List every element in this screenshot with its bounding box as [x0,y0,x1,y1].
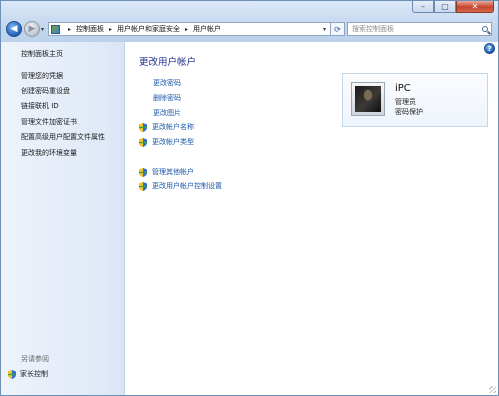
page-title: 更改用户帐户 [139,57,197,68]
sidebar-home-link[interactable]: 控制面板主页 [21,49,63,59]
link-label: 管理其他帐户 [152,168,194,176]
back-button[interactable]: ◀ [6,21,22,37]
refresh-button[interactable]: ⟳ [331,22,345,36]
manage-other-accounts-link[interactable]: 管理其他帐户 [139,167,194,177]
minimize-button[interactable]: – [412,1,434,13]
breadcrumb-user-accounts[interactable]: 用户帐户 [193,24,221,34]
sidebar-item-encryption-certs[interactable]: 管理文件加密证书 [21,117,77,127]
shield-icon [139,167,147,177]
shield-icon [8,369,16,379]
sidebar-item-environment-variables[interactable]: 更改我的环境变量 [21,148,77,158]
change-account-name-link[interactable]: 更改帐户名称 [139,122,194,132]
task-pane: 控制面板主页 管理您的凭据 创建密码重设盘 链接联机 ID 管理文件加密证书 配… [1,42,125,395]
sidebar-item-password-reset-disk[interactable]: 创建密码重设盘 [21,86,70,96]
shield-icon [139,137,147,147]
change-picture-link[interactable]: 更改图片 [153,108,181,118]
sidebar-item-manage-credentials[interactable]: 管理您的凭据 [21,71,63,81]
user-account-card: iPC 管理员 密码保护 [342,73,488,127]
sidebar-item-label: 家长控制 [20,370,48,378]
breadcrumb-separator-icon[interactable]: ▸ [185,26,188,33]
address-bar[interactable]: ▸ 控制面板 ▸ 用户帐户和家庭安全 ▸ 用户帐户 ▾ [48,22,331,36]
change-password-link[interactable]: 更改密码 [153,78,181,88]
breadcrumb-separator-icon[interactable]: ▸ [68,26,71,33]
control-panel-window: – □ ✕ ◀ ▶ ▾ ▸ 控制面板 ▸ 用户帐户和家庭安全 ▸ 用户帐户 ▾ … [0,0,499,396]
see-also-heading: 另请参阅 [21,355,49,363]
user-password-status: 密码保护 [395,108,423,116]
help-icon[interactable]: ? [484,43,495,54]
window-controls: – □ ✕ [412,1,494,13]
main-content: ? 更改用户帐户 更改密码 删除密码 更改图片 更改帐户名称 更改帐户类型 管理… [126,42,498,395]
close-button[interactable]: ✕ [456,1,494,13]
breadcrumb-separator-icon[interactable]: ▸ [109,26,112,33]
change-account-type-link[interactable]: 更改帐户类型 [139,137,194,147]
sidebar-item-profile-properties[interactable]: 配置高级用户配置文件属性 [21,132,105,142]
sidebar-item-link-online-id[interactable]: 链接联机 ID [21,101,59,111]
search-input[interactable]: 搜索控制面板 [347,22,492,36]
breadcrumb-user-accounts-family[interactable]: 用户帐户和家庭安全 [117,24,180,34]
recent-pages-dropdown[interactable]: ▾ [41,26,44,33]
resize-grip[interactable] [489,386,496,393]
user-name: iPC [395,83,411,94]
address-dropdown-icon[interactable]: ▾ [319,26,330,33]
uac-settings-link[interactable]: 更改用户帐户控制设置 [139,181,222,191]
search-icon[interactable] [482,26,488,32]
remove-password-link[interactable]: 删除密码 [153,93,181,103]
forward-button[interactable]: ▶ [24,21,40,37]
maximize-button[interactable]: □ [434,1,456,13]
control-panel-icon [51,24,60,34]
search-placeholder: 搜索控制面板 [352,25,394,33]
window-chrome: – □ ✕ ◀ ▶ ▾ ▸ 控制面板 ▸ 用户帐户和家庭安全 ▸ 用户帐户 ▾ … [1,1,498,42]
user-role: 管理员 [395,98,416,106]
breadcrumb-control-panel[interactable]: 控制面板 [76,24,104,34]
sidebar-item-parental-controls[interactable]: 家长控制 [8,369,48,379]
shield-icon [139,181,147,191]
link-label: 更改帐户类型 [152,138,194,146]
shield-icon [139,122,147,132]
link-label: 更改用户帐户控制设置 [152,182,222,190]
link-label: 更改帐户名称 [152,123,194,131]
user-avatar [351,82,385,116]
